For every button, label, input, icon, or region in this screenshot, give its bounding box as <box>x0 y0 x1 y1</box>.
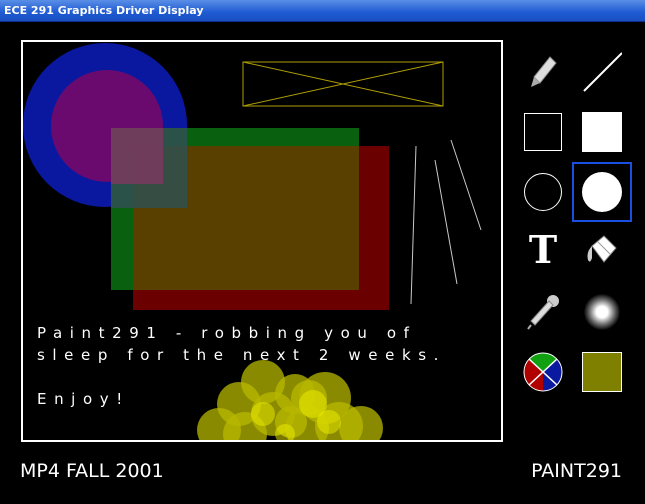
title-bar[interactable]: ECE 291 Graphics Driver Display <box>0 0 645 22</box>
airbrush-tool-button[interactable] <box>582 292 622 332</box>
overlap-magenta <box>111 128 163 184</box>
rectangle-outline-icon <box>524 113 562 151</box>
pencil-tool-button[interactable] <box>523 52 563 92</box>
text-icon: T <box>528 227 558 272</box>
color-wheel-icon <box>523 352 563 392</box>
filled-rectangle-tool-button[interactable] <box>582 112 622 152</box>
window-title: ECE 291 Graphics Driver Display <box>4 4 204 17</box>
canvas-text-line-1: Paint291 - robbing you of <box>37 324 417 342</box>
text-tool-button[interactable]: T <box>523 230 563 270</box>
current-color-swatch <box>582 352 622 392</box>
filled-circle-tool-button[interactable] <box>572 162 632 222</box>
pencil-icon <box>531 56 557 87</box>
eyedropper-icon <box>527 295 559 330</box>
color-picker-button[interactable] <box>523 352 563 392</box>
yellow-crossed-rectangle <box>242 61 444 107</box>
rectangle-filled-icon <box>582 112 622 152</box>
footer-app-name: PAINT291 <box>531 460 622 482</box>
gray-lines <box>410 139 482 305</box>
canvas-text-line-4: Enjoy! <box>37 390 130 408</box>
footer-course-label: MP4 FALL 2001 <box>20 460 164 482</box>
canvas-drawing <box>23 43 482 440</box>
circle-tool-button[interactable] <box>523 172 563 212</box>
line-icon <box>583 52 622 92</box>
drawing-canvas[interactable]: Paint291 - robbing you of sleep for the … <box>21 40 503 442</box>
paint-bucket-icon <box>587 235 617 263</box>
canvas-text-line-2: sleep for the next 2 weeks. <box>37 346 447 364</box>
airbrush-icon <box>584 294 620 330</box>
line-tool-button[interactable] <box>582 52 622 92</box>
rectangle-tool-button[interactable] <box>523 112 563 152</box>
fill-tool-button[interactable] <box>582 230 622 270</box>
circle-filled-icon <box>582 172 622 212</box>
app-client-area: Paint291 - robbing you of sleep for the … <box>0 22 645 504</box>
eyedropper-tool-button[interactable] <box>523 292 563 332</box>
current-color-button[interactable] <box>582 352 622 392</box>
circle-outline-icon <box>524 173 562 211</box>
